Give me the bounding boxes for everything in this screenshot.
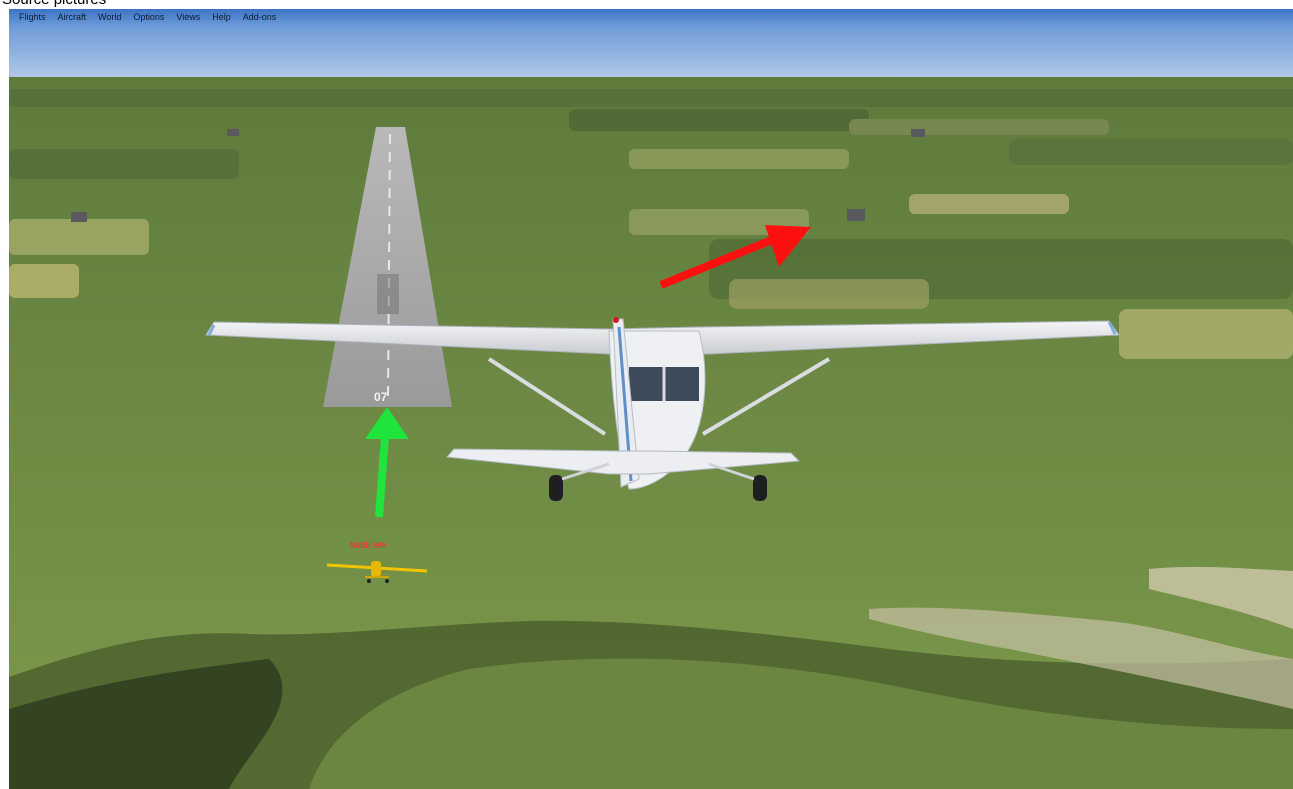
menu-options[interactable]: Options <box>133 12 164 22</box>
menu-help[interactable]: Help <box>212 12 231 22</box>
menu-add-ons[interactable]: Add-ons <box>243 12 277 22</box>
runway-number: 07 <box>374 390 388 404</box>
menu-bar: Flights Aircraft World Options Views Hel… <box>9 9 1293 25</box>
page-caption: Source pictures <box>2 0 106 8</box>
flight-scene: 07 <box>9 9 1293 789</box>
traffic-callsign-label: N4BE-WA <box>350 541 387 550</box>
menu-flights[interactable]: Flights <box>19 12 46 22</box>
menu-views[interactable]: Views <box>176 12 200 22</box>
menu-aircraft[interactable]: Aircraft <box>58 12 87 22</box>
flight-sim-window: 07 Flights Aircraft World Options Views … <box>9 9 1293 789</box>
menu-world[interactable]: World <box>98 12 121 22</box>
